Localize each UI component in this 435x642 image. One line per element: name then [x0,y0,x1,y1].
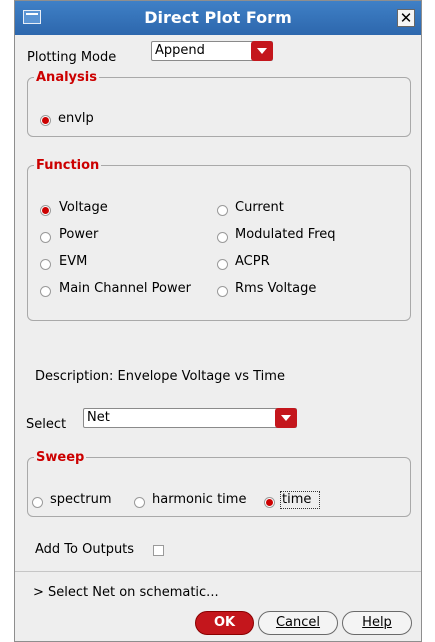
window-title: Direct Plot Form [144,8,292,27]
function-power-label[interactable]: Power [59,227,98,242]
sweep-harmonic-time-label[interactable]: harmonic time [152,492,246,507]
function-voltage-label[interactable]: Voltage [59,200,108,215]
sweep-spectrum-label[interactable]: spectrum [50,492,112,507]
function-main-channel-power-label[interactable]: Main Channel Power [59,281,191,296]
function-current-radio[interactable] [217,205,228,216]
sweep-harmonic-time-radio[interactable] [134,497,145,508]
help-button[interactable]: Help [342,611,412,635]
plotting-mode-value: Append [155,43,205,58]
function-rms-voltage-radio[interactable] [217,286,228,297]
plotting-mode-label: Plotting Mode [27,50,117,65]
description-text: Description: Envelope Voltage vs Time [35,369,285,384]
function-acpr-radio[interactable] [217,259,228,270]
select-label: Select [26,417,67,432]
separator [15,571,421,572]
cancel-button[interactable]: Cancel [258,611,338,635]
sweep-time-radio[interactable] [264,497,275,508]
plotting-mode-select[interactable]: Append [151,41,273,61]
function-power-radio[interactable] [40,232,51,243]
function-main-channel-power-radio[interactable] [40,286,51,297]
sweep-time-label[interactable]: time [282,492,311,507]
select-combo[interactable]: Net [83,408,297,428]
chevron-down-icon[interactable] [251,41,273,61]
sweep-legend: Sweep [34,450,87,465]
analysis-envlp-radio[interactable] [40,115,51,126]
sweep-spectrum-radio[interactable] [32,497,43,508]
function-evm-label[interactable]: EVM [59,254,87,269]
direct-plot-form-window: Direct Plot Form ✕ Plotting Mode Append … [14,0,422,642]
status-text: > Select Net on schematic... [33,585,219,600]
sweep-group: Sweep spectrum harmonic time time [27,450,411,517]
function-group: Function Voltage Current Power Modulated… [27,158,411,321]
function-legend: Function [34,158,102,173]
function-current-label[interactable]: Current [235,200,284,215]
add-to-outputs-checkbox[interactable] [153,545,164,556]
analysis-legend: Analysis [34,70,99,85]
function-acpr-label[interactable]: ACPR [235,254,270,269]
function-modulated-freq-label[interactable]: Modulated Freq [235,227,336,242]
ok-button[interactable]: OK [195,611,254,635]
chevron-down-icon[interactable] [275,408,297,428]
function-voltage-radio[interactable] [40,205,51,216]
analysis-envlp-label[interactable]: envlp [58,111,94,126]
title-bar[interactable]: Direct Plot Form ✕ [15,1,421,35]
function-modulated-freq-radio[interactable] [217,232,228,243]
select-value: Net [87,410,110,425]
close-icon[interactable]: ✕ [397,9,415,27]
add-to-outputs-label: Add To Outputs [35,542,135,557]
function-evm-radio[interactable] [40,259,51,270]
analysis-group: Analysis envlp [27,70,411,137]
function-rms-voltage-label[interactable]: Rms Voltage [235,281,316,296]
